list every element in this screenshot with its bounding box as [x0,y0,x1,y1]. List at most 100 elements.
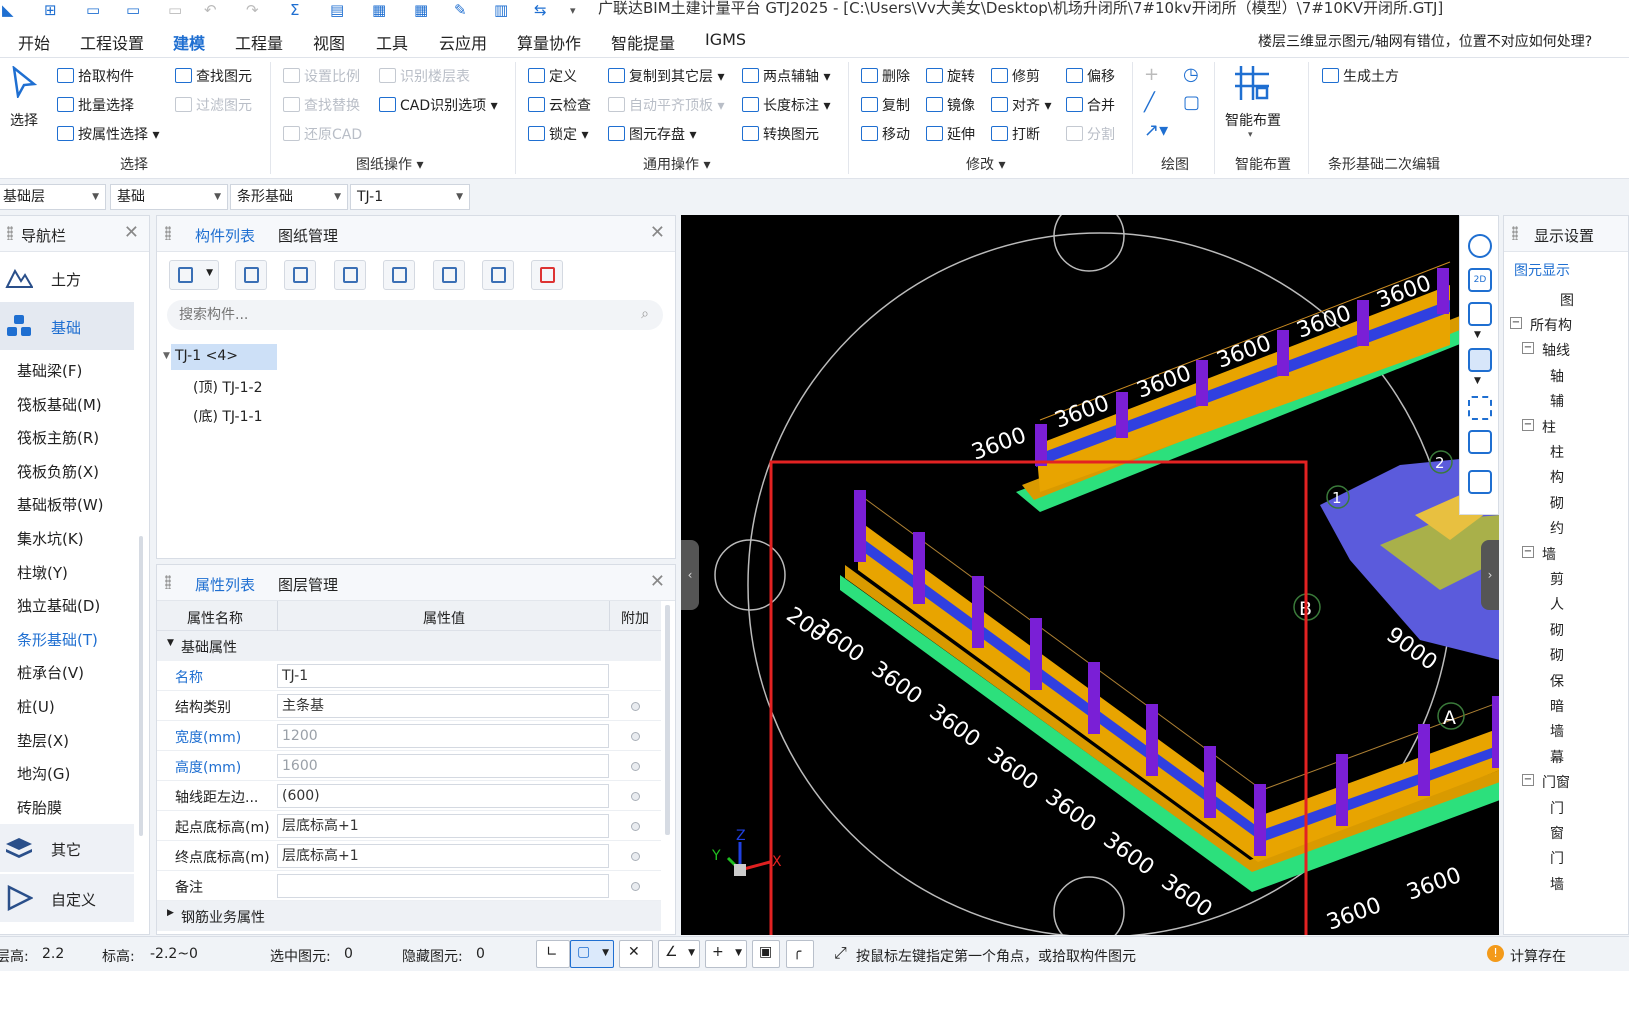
offset-toggle[interactable]: + ▼ [705,940,747,968]
convert-element-button[interactable]: 转换图元 [742,124,819,144]
menu-view[interactable]: 视图 [313,30,345,54]
chevron-down-icon[interactable]: ▼ [1474,330,1481,340]
display-tree-row[interactable]: − 墙 [1504,541,1628,566]
filter-element-button[interactable]: 过滤图元 [175,95,252,115]
menu-cloud[interactable]: 云应用 [439,30,487,54]
display-tree-row[interactable]: 砌 [1504,617,1628,642]
nav-group-custom[interactable]: 自定义 [0,874,134,922]
property-value-field[interactable]: 1200 [277,724,609,748]
display-tree-row[interactable]: 辅 [1504,388,1628,413]
2d-view-icon[interactable]: 2D [1468,268,1492,292]
extra-attr-radio[interactable] [631,702,640,711]
close-icon[interactable]: ✕ [124,222,139,243]
section-foundation-props[interactable]: ▼ 基础属性 [157,631,661,661]
open-folder-icon[interactable]: ▭ [126,1,140,19]
tab-layer-management[interactable]: 图层管理 [278,574,338,595]
nav-group-other[interactable]: 其它 [0,824,134,872]
nav-scrollbar[interactable] [139,536,143,836]
search-icon[interactable]: ⌕ [641,306,649,322]
display-tree-row[interactable]: 轴 [1504,363,1628,388]
extra-attr-radio[interactable] [631,882,640,891]
collapse-left-handle[interactable]: ‹ [681,540,699,610]
display-tree-row[interactable]: 柱 [1504,439,1628,464]
element-save-button[interactable]: 图元存盘 ▾ [608,124,696,144]
chevron-down-icon[interactable]: ▼ [1474,376,1481,386]
nav-item[interactable]: 集水坑(K) [17,528,84,549]
property-value-field[interactable]: 主条基 [277,694,609,718]
rect-draw-icon[interactable]: ▢ [1183,92,1200,113]
nav-item[interactable]: 筏板主筋(R) [17,427,99,448]
export-icon[interactable]: ⇆ [534,1,547,19]
collapse-icon[interactable]: ▼ [167,638,174,648]
tab-element-display[interactable]: 图元显示 [1514,260,1570,280]
ortho-toggle[interactable]: ∟ [536,940,570,968]
nav-item[interactable]: 柱墩(Y) [17,562,68,583]
smart-layout-button[interactable]: 智能布置 [1225,110,1281,130]
display-tree-row[interactable]: − 所有构 [1504,312,1628,337]
menu-tools[interactable]: 工具 [376,30,408,54]
menu-quantities[interactable]: 工程量 [235,30,283,54]
property-value-field[interactable] [277,874,609,898]
merge-button[interactable]: 合并 [1066,95,1115,115]
undo-icon[interactable]: ↶ [204,1,217,19]
batch-select-button[interactable]: 批量选择 [57,95,134,115]
expand-icon[interactable]: ▶ [167,908,174,918]
nav-item[interactable]: 条形基础(T) [17,629,98,650]
redo-icon[interactable]: ↷ [246,1,259,19]
menu-smart-takeoff[interactable]: 智能提量 [611,30,675,54]
offset-button[interactable]: 偏移 [1066,66,1115,86]
property-value-field[interactable]: 层底标高+1 [277,814,609,838]
nav-item[interactable]: 桩(U) [17,696,55,717]
3d-box-icon[interactable] [1468,302,1492,326]
floor-select[interactable]: 基础层 ▼ [0,184,106,210]
display-tree-row[interactable]: − 轴线 [1504,337,1628,362]
nav-item[interactable]: 独立基础(D) [17,595,100,616]
display-tree-row[interactable]: 门 [1504,795,1628,820]
display-tree-row[interactable]: 砌 [1504,642,1628,667]
section-rebar-props[interactable]: ▶ 钢筋业务属性 [157,901,661,931]
menu-modeling[interactable]: 建模 [173,30,206,61]
display-tree-row[interactable]: 构 [1504,464,1628,489]
display-tree-row[interactable]: 墙 [1504,718,1628,743]
category-select[interactable]: 基础 ▼ [110,184,228,210]
set-scale-button[interactable]: 设置比例 [283,66,360,86]
nav-item[interactable]: 基础板带(W) [17,494,104,515]
collapse-box-icon[interactable]: − [1522,545,1534,558]
nav-group-foundation[interactable]: 基础 [0,302,134,350]
collapse-box-icon[interactable]: − [1510,317,1522,329]
menu-start[interactable]: 开始 [18,30,50,54]
list-view-button[interactable] [482,260,514,290]
warning-icon[interactable]: ! [1487,945,1504,962]
extra-attr-radio[interactable] [631,852,640,861]
length-dim-button[interactable]: 长度标注 ▾ [742,95,830,115]
extra-attr-radio[interactable] [631,732,640,741]
menu-project-settings[interactable]: 工程设置 [80,30,144,54]
customize-icon[interactable]: ▾ [570,4,576,17]
help-question-link[interactable]: 楼层三维显示图元/轴网有错位，位置不对应如何处理? [1258,31,1592,51]
collapse-box-icon[interactable]: − [1522,418,1534,431]
drag-grip-icon[interactable] [165,575,171,589]
copy-to-floor-button[interactable]: 复制到其它层 ▾ [608,66,724,86]
search-input[interactable] [179,305,619,325]
select-arrow-icon[interactable] [10,65,40,100]
smart-layout-icon[interactable] [1233,64,1273,104]
visibility-icon[interactable] [1468,430,1492,454]
extra-attr-radio[interactable] [631,762,640,771]
tab-property-list[interactable]: 属性列表 [195,574,255,595]
nav-item[interactable]: 砖胎膜 [17,797,62,818]
find-element-button[interactable]: 查找图元 [175,66,252,86]
grid-icon[interactable]: ▦ [414,1,428,19]
layer-toggle[interactable]: ▣ [752,940,780,968]
mirror-button[interactable]: 镜像 [926,95,975,115]
close-icon[interactable]: ✕ [650,222,665,243]
nav-item[interactable]: 桩承台(V) [17,662,84,683]
tree-root-item[interactable]: TJ-1 <4> [171,344,277,370]
new-file-icon[interactable]: ⊞ [44,1,57,19]
export-button[interactable] [433,260,465,290]
model-canvas[interactable]: 3600 3600 3600 3600 3600 3600 200 3600 3… [681,215,1499,935]
auto-align-slab-button[interactable]: 自动平齐顶板 ▾ [608,95,724,115]
property-value-field[interactable]: 1600 [277,754,609,778]
new-component-button[interactable]: ▼ [169,260,219,290]
property-value-field[interactable]: 层底标高+1 [277,844,609,868]
calc-status[interactable]: 计算存在 [1510,946,1566,966]
